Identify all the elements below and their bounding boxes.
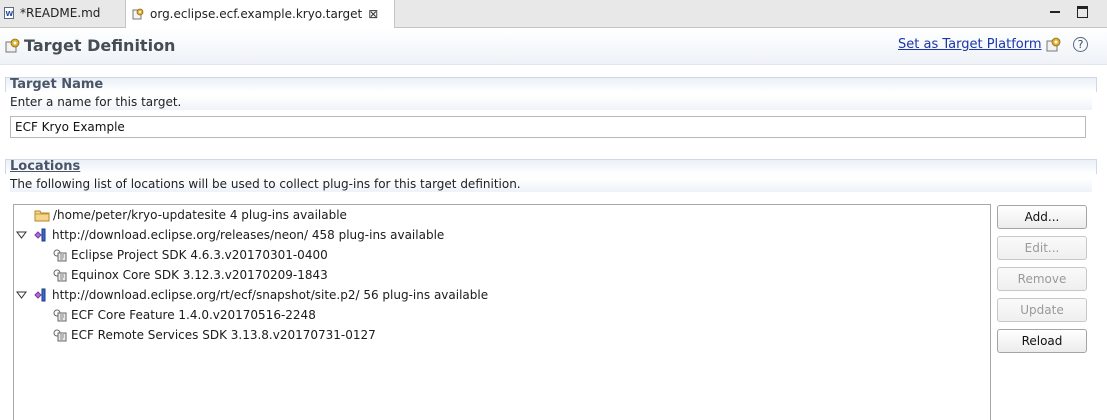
maximize-icon (1076, 6, 1088, 18)
page-title: Target Definition (24, 36, 176, 55)
feature-icon (53, 269, 67, 282)
maximize-button[interactable] (1073, 3, 1091, 21)
target-name-section-header (5, 77, 1097, 92)
tree-item-label: /home/peter/kryo-updatesite 4 plug-ins a… (53, 208, 347, 222)
target-name-input[interactable] (10, 116, 1086, 138)
feature-icon (53, 249, 67, 262)
remove-button[interactable]: Remove (997, 267, 1087, 291)
add-button[interactable]: Add... (997, 205, 1087, 229)
target-platform-icon[interactable] (1046, 37, 1062, 53)
tab-target-definition[interactable]: org.eclipse.ecf.example.kryo.target ⊠ (125, 0, 395, 28)
locations-section-header (5, 159, 1097, 174)
tree-item-label: ECF Remote Services SDK 3.13.8.v20170731… (71, 328, 376, 342)
edit-button[interactable]: Edit... (997, 236, 1087, 260)
locations-section-title: Locations (10, 159, 81, 174)
tree-item-feature[interactable]: ECF Core Feature 1.4.0.v20170516-2248 (52, 305, 316, 325)
reload-button[interactable]: Reload (997, 329, 1087, 353)
tab-label: *README.md (20, 6, 101, 20)
set-as-target-platform-link[interactable]: Set as Target Platform (898, 37, 1042, 52)
tree-item-feature[interactable]: Equinox Core SDK 3.12.3.v20170209-1843 (52, 265, 328, 285)
minimize-icon (1050, 11, 1060, 13)
tab-readme[interactable]: W *README.md (0, 0, 122, 26)
expanded-triangle-icon[interactable] (16, 230, 27, 240)
locations-description: The following list of locations will be … (10, 177, 521, 191)
target-file-icon (132, 8, 144, 20)
tree-item-label: Equinox Core SDK 3.12.3.v20170209-1843 (71, 268, 328, 282)
tree-item-label: ECF Core Feature 1.4.0.v20170516-2248 (71, 308, 316, 322)
folder-icon (34, 210, 50, 222)
software-site-icon (34, 288, 46, 302)
update-button[interactable]: Update (997, 298, 1087, 322)
feature-icon (53, 329, 67, 342)
target-definition-icon (5, 38, 20, 53)
tab-label: org.eclipse.ecf.example.kryo.target (150, 7, 363, 21)
tree-item-label: http://download.eclipse.org/releases/neo… (52, 228, 445, 242)
target-name-section-title: Target Name (10, 77, 104, 92)
tree-item-directory[interactable]: /home/peter/kryo-updatesite 4 plug-ins a… (34, 205, 347, 225)
software-site-icon (34, 228, 46, 242)
feature-icon (53, 309, 67, 322)
close-tab-icon[interactable]: ⊠ (368, 7, 378, 21)
tree-item-feature[interactable]: Eclipse Project SDK 4.6.3.v20170301-0400 (52, 245, 328, 265)
svg-text:W: W (6, 10, 14, 18)
locations-tree[interactable]: /home/peter/kryo-updatesite 4 plug-ins a… (13, 204, 991, 420)
minimize-button[interactable] (1046, 3, 1064, 21)
target-name-description: Enter a name for this target. (10, 95, 182, 109)
tree-item-feature[interactable]: ECF Remote Services SDK 3.13.8.v20170731… (52, 325, 376, 345)
tree-item-label: Eclipse Project SDK 4.6.3.v20170301-0400 (71, 248, 328, 262)
expanded-triangle-icon[interactable] (16, 290, 27, 300)
tree-item-software-site[interactable]: http://download.eclipse.org/releases/neo… (16, 225, 444, 245)
markdown-file-icon: W (4, 7, 14, 19)
tree-item-label: http://download.eclipse.org/rt/ecf/snaps… (52, 288, 489, 302)
help-icon[interactable]: ? (1073, 37, 1088, 52)
tree-item-software-site[interactable]: http://download.eclipse.org/rt/ecf/snaps… (16, 285, 488, 305)
